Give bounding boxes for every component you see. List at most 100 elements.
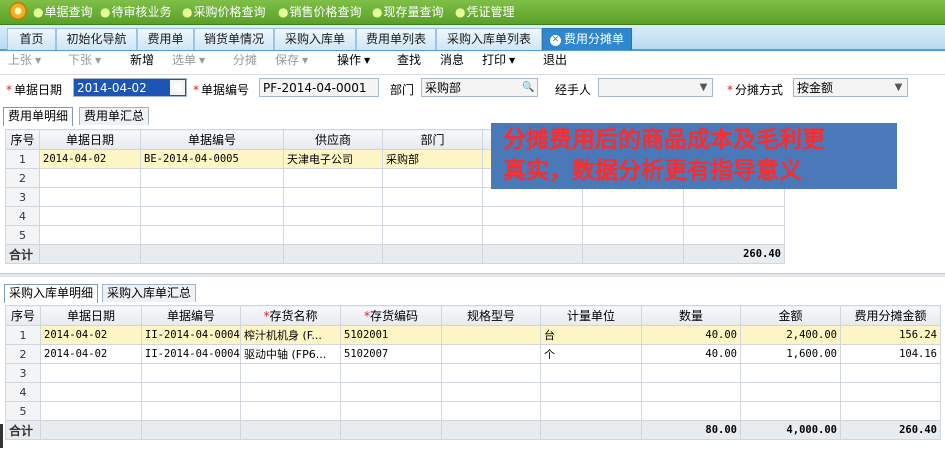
tab-purchase-inbound[interactable]: 采购入库单 [274, 28, 356, 50]
cell-unit[interactable]: 台 [540, 325, 642, 345]
cell[interactable] [641, 401, 741, 421]
cell[interactable] [441, 401, 541, 421]
table-row[interactable]: 4 [5, 382, 941, 402]
nav-voucher[interactable]: ●凭证管理 [455, 0, 515, 24]
tab-fee-summary[interactable]: 费用单汇总 [79, 107, 150, 125]
tab-fee-doc[interactable]: 费用单 [137, 28, 194, 50]
col-header[interactable]: 规格型号 [441, 305, 541, 326]
cell[interactable] [140, 225, 284, 245]
operate-button[interactable]: 操作 ▼ [337, 51, 370, 72]
cell[interactable] [340, 363, 442, 383]
tab-fee-list[interactable]: 费用单列表 [356, 28, 436, 50]
col-header[interactable]: 部门 [382, 129, 483, 150]
table-row[interactable]: 1 2014-04-02 II-2014-04-0004 榨汁机机身 (F...… [5, 325, 941, 345]
nav-sales-price[interactable]: ●销售价格查询 [278, 0, 362, 24]
cell[interactable] [582, 187, 684, 207]
resize-handle[interactable] [0, 424, 3, 448]
cell[interactable] [482, 225, 583, 245]
cell-unit[interactable]: 个 [540, 344, 642, 364]
col-header[interactable]: 单据编号 [141, 305, 241, 326]
cell-amount[interactable]: 1,600.00 [740, 344, 841, 364]
cell[interactable] [482, 187, 583, 207]
table-row[interactable]: 5 [5, 401, 941, 421]
select-doc-button[interactable]: 选单 ▼ [172, 51, 205, 72]
cell-item-code[interactable]: 5102001 [340, 325, 442, 345]
cell[interactable] [382, 225, 483, 245]
cell[interactable] [141, 382, 241, 402]
cell[interactable] [482, 206, 583, 226]
cell[interactable] [141, 401, 241, 421]
cell[interactable] [382, 168, 483, 188]
cell-number[interactable]: BE-2014-04-0005 [140, 149, 284, 169]
next-button[interactable]: 下张 ▼ [68, 51, 101, 72]
cell-spec[interactable] [441, 344, 541, 364]
close-icon[interactable]: ✕ [549, 35, 561, 46]
cell[interactable] [840, 382, 941, 402]
cell[interactable] [382, 187, 483, 207]
cell[interactable] [283, 168, 383, 188]
cell-item-name[interactable]: 驱动中轴 (FP6... [240, 344, 341, 364]
table-row[interactable]: 3 [5, 363, 941, 383]
method-select[interactable]: 按金额 ▼ [793, 78, 908, 97]
col-header[interactable]: 序号 [5, 129, 40, 150]
nav-doc-query[interactable]: ●单据查询 [33, 0, 93, 24]
cell[interactable] [740, 382, 841, 402]
col-header[interactable]: 供应商 [283, 129, 383, 150]
cell[interactable] [441, 382, 541, 402]
search-icon[interactable]: 🔍 [521, 80, 536, 95]
cell-item-code[interactable]: 5102007 [340, 344, 442, 364]
gear-icon[interactable] [9, 2, 27, 20]
cell-dept[interactable]: 采购部 [382, 149, 483, 169]
handler-select[interactable]: ▼ [598, 78, 713, 97]
cell[interactable] [39, 168, 141, 188]
cell[interactable] [441, 363, 541, 383]
tab-fee-allocation[interactable]: ✕ 费用分摊单 [542, 28, 632, 50]
col-header[interactable]: 序号 [5, 305, 41, 326]
cell[interactable] [39, 206, 141, 226]
cell-alloc[interactable]: 104.16 [840, 344, 941, 364]
cell[interactable] [382, 206, 483, 226]
table-row[interactable]: 4 [5, 206, 785, 226]
calendar-icon[interactable]: ▦ [170, 80, 185, 95]
cell[interactable] [140, 168, 284, 188]
cell[interactable] [683, 206, 785, 226]
new-button[interactable]: 新增 [130, 51, 154, 72]
cell-qty[interactable]: 40.00 [641, 344, 741, 364]
cell[interactable] [40, 363, 142, 383]
cell-date[interactable]: 2014-04-02 [40, 325, 142, 345]
tab-fee-detail[interactable]: 费用单明细 [3, 107, 74, 126]
cell[interactable] [641, 382, 741, 402]
col-header[interactable]: *存货编码 [340, 305, 442, 326]
cell[interactable] [240, 363, 341, 383]
cell-date[interactable]: 2014-04-02 [40, 344, 142, 364]
save-button[interactable]: 保存 ▼ [275, 51, 308, 72]
cell-supplier[interactable]: 天津电子公司 [283, 149, 383, 169]
tab-sales-status[interactable]: 销货单情况 [194, 28, 274, 50]
cell[interactable] [39, 187, 141, 207]
cell[interactable] [540, 382, 642, 402]
dept-field[interactable]: 采购部 🔍 [421, 78, 538, 97]
col-header[interactable]: 单据日期 [40, 305, 142, 326]
cell-item-name[interactable]: 榨汁机机身 (F... [240, 325, 341, 345]
message-button[interactable]: 消息 [440, 51, 464, 72]
cell[interactable] [39, 225, 141, 245]
cell[interactable] [582, 206, 684, 226]
cell[interactable] [641, 363, 741, 383]
cell[interactable] [540, 363, 642, 383]
number-field[interactable]: PF-2014-04-0001 [259, 78, 379, 97]
print-button[interactable]: 打印 ▼ [482, 51, 515, 72]
cell[interactable] [283, 187, 383, 207]
cell[interactable] [740, 401, 841, 421]
cell-number[interactable]: II-2014-04-0004 [141, 344, 241, 364]
cell-qty[interactable]: 40.00 [641, 325, 741, 345]
cell[interactable] [740, 363, 841, 383]
col-header[interactable]: 费用分摊金额 [840, 305, 941, 326]
cell[interactable] [40, 401, 142, 421]
cell-date[interactable]: 2014-04-02 [39, 149, 141, 169]
col-header[interactable]: *存货名称 [240, 305, 341, 326]
cell[interactable] [240, 382, 341, 402]
cell[interactable] [683, 187, 785, 207]
tab-purchase-detail[interactable]: 采购入库单明细 [4, 284, 99, 303]
col-header[interactable]: 金额 [740, 305, 841, 326]
allocate-button[interactable]: 分摊 [233, 51, 257, 72]
